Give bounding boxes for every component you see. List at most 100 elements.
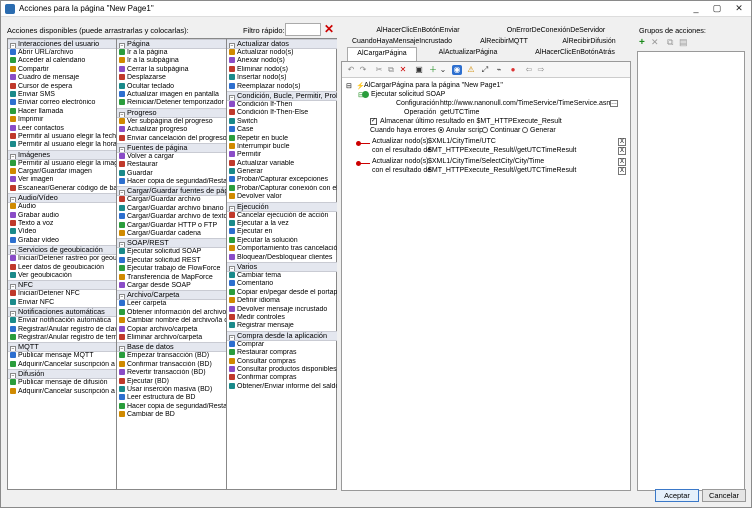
- action-item-actualizar-variable[interactable]: Actualizar variable: [227, 159, 337, 168]
- action-item-cursor-de-espera[interactable]: Cursor de espera: [8, 82, 116, 91]
- action-item-hacer-llamada[interactable]: Hacer llamada: [8, 107, 116, 116]
- warning-icon[interactable]: ⚠: [466, 65, 476, 75]
- section-header-condicion-bucle-permitir-probar[interactable]: − Condición, Bucle, Permitir, Probar: [227, 90, 337, 101]
- action-item-adquirir-cancelar-suscripcion-a-un-tema[interactable]: Adquirir/Cancelar suscripción a un tema: [8, 387, 116, 396]
- action-item-texto-a-voz[interactable]: Texto a voz: [8, 220, 116, 228]
- action-item-volver-a-cargar[interactable]: Volver a cargar: [117, 152, 226, 161]
- action-item-iniciar-detener-rastreo-por-geoubicacion[interactable]: Iniciar/Detener rastreo por geoubicación: [8, 255, 116, 263]
- tab-on-page-load[interactable]: AlCargarPágina: [347, 47, 417, 61]
- action-item-actualizar-nodo-s[interactable]: Actualizar nodo(s): [227, 49, 337, 57]
- tab-on-embedded-message[interactable]: CuandoHayaMensajeIncrustado: [343, 38, 461, 45]
- action-item-reemplazar-nodo-s[interactable]: Reemplazar nodo(s): [227, 82, 337, 91]
- tab-on-mqtt-receive[interactable]: AlRecibirMQTT: [469, 38, 539, 45]
- action-item-insertar-nodo-s[interactable]: Insertar nodo(s): [227, 74, 337, 82]
- action-item-ejecutar-solicitud-soap[interactable]: Ejecutar solicitud SOAP: [117, 248, 226, 256]
- clear-filter-icon[interactable]: ✕: [324, 22, 334, 36]
- action-item-ejecutar-la-solucion[interactable]: Ejecutar la solución: [227, 236, 337, 245]
- action-item-ejecutar-a-la-vez[interactable]: Ejecutar a la vez: [227, 220, 337, 228]
- action-item-enviar-nfc[interactable]: Enviar NFC: [8, 298, 116, 307]
- xpath-edit-icon[interactable]: X: [618, 138, 626, 146]
- action-item-cargar-guardar-http-o-ftp[interactable]: Cargar/Guardar HTTP o FTP: [117, 221, 226, 230]
- section-header-imagenes[interactable]: − Imágenes: [8, 149, 116, 160]
- delete-icon[interactable]: ✕: [398, 65, 408, 75]
- section-header-soap-rest[interactable]: − SOAP/REST: [117, 238, 226, 249]
- tab-on-page-refresh[interactable]: AlActualizarPágina: [433, 49, 503, 56]
- add-group-icon[interactable]: +: [639, 37, 645, 48]
- section-header-cargar-guardar-fuentes-de-pagina[interactable]: −Cargar/Guardar fuentes de página: [117, 186, 226, 197]
- action-item-medir-controles[interactable]: Medir controles: [227, 313, 337, 322]
- section-header-mqtt[interactable]: − MQTT: [8, 342, 116, 353]
- action-item-devolver-valor[interactable]: Devolver valor: [227, 193, 337, 201]
- action-item-condicion-if-then[interactable]: Condición If-Then: [227, 100, 337, 109]
- action-item-cancelar-ejecucion-de-accion[interactable]: Cancelar ejecución de acción: [227, 211, 337, 220]
- info-icon[interactable]: ◉: [452, 65, 462, 75]
- section-header-nfc[interactable]: − NFC: [8, 280, 116, 291]
- section-header-base-de-datos[interactable]: − Base de datos: [117, 342, 226, 353]
- dropdown-icon[interactable]: ⌄: [438, 65, 448, 75]
- add-icon[interactable]: ＋: [428, 65, 438, 75]
- section-header-pagina[interactable]: − Página: [117, 39, 226, 49]
- action-item-anexar-nodo-s[interactable]: Anexar nodo(s): [227, 57, 337, 65]
- action-item-ver-imagen[interactable]: Ver imagen: [8, 176, 116, 184]
- breakpoint-icon[interactable]: ●: [508, 65, 518, 75]
- action-item-ejecutar-trabajo-de-flowforce[interactable]: Ejecutar trabajo de FlowForce: [117, 265, 226, 273]
- action-item-hacer-copia-de-seguridad-restaurar[interactable]: Hacer copia de seguridad/Restaurar: [117, 402, 226, 411]
- tab-on-broadcast-receive[interactable]: AlRecibirDifusión: [551, 38, 627, 45]
- forward-arrow-icon[interactable]: ⇨: [536, 65, 546, 75]
- action-item-leer-carpeta[interactable]: Leer carpeta: [117, 300, 226, 308]
- action-item-cargar-guardar-archivo[interactable]: Cargar/Guardar archivo: [117, 196, 226, 204]
- section-header-compra-desde-la-aplicacion[interactable]: − Compra desde la aplicación: [227, 330, 337, 341]
- action-item-desplazarse[interactable]: Desplazarse: [117, 74, 226, 82]
- tab-on-send-click[interactable]: AlHacerClicEnBotónEnviar: [359, 27, 477, 34]
- edit-group-icon[interactable]: ⧉: [667, 37, 673, 48]
- action-item-ir-a-la-subpagina[interactable]: Ir a la subpágina: [117, 57, 226, 65]
- action-item-escanear-generar-codigo-de-barras[interactable]: Escanear/Generar código de barras: [8, 184, 116, 193]
- action-item-repetir-en-bucle[interactable]: Repetir en bucle: [227, 134, 337, 143]
- action-item-consultar-compras[interactable]: Consultar compras: [227, 357, 337, 366]
- section-header-varios[interactable]: − Varios: [227, 261, 337, 272]
- action-item-ejecutar-bd[interactable]: Ejecutar (BD): [117, 377, 226, 386]
- action-item-permitir-al-usuario-elegir-la-fecha[interactable]: Permitir al usuario elegir la fecha: [8, 132, 116, 141]
- section-header-fuentes-de-pagina[interactable]: − Fuentes de página: [117, 142, 226, 153]
- error-abort-radio[interactable]: [438, 127, 444, 133]
- action-item-copiar-en-pegar-desde-el-portapapeles[interactable]: Copiar en/pegar desde el portapapeles: [227, 288, 337, 297]
- action-item-cuadro-de-mensaje[interactable]: Cuadro de mensaje: [8, 74, 116, 82]
- remove-group-icon[interactable]: ✕: [651, 37, 659, 48]
- close-button[interactable]: ✕: [729, 2, 749, 15]
- section-header-audio-video[interactable]: − Audio/Vídeo: [8, 193, 116, 204]
- back-arrow-icon[interactable]: ⇦: [524, 65, 534, 75]
- config-value[interactable]: http://www.nanonull.com/TimeService/Time…: [440, 100, 616, 107]
- action-item-registrar-anular-registro-de-tema[interactable]: Registrar/Anular registro de tema: [8, 333, 116, 342]
- action-item-leer-estructura-de-bd[interactable]: Leer estructura de BD: [117, 394, 226, 402]
- action-item-switch[interactable]: Switch: [227, 117, 337, 126]
- action-item-publicar-mensaje-mqtt[interactable]: Publicar mensaje MQTT: [8, 352, 116, 360]
- undo-icon[interactable]: ↶: [346, 65, 356, 75]
- action-item-condicion-if-then-else[interactable]: Condición If-Then-Else: [227, 109, 337, 117]
- action-item-bloquear-desbloquear-clientes[interactable]: Bloquear/Desbloquear clientes: [227, 253, 337, 262]
- action-item-eliminar-archivo-carpeta[interactable]: Eliminar archivo/carpeta: [117, 333, 226, 342]
- action-item-cambiar-nombre-del-archivo-la-carpeta[interactable]: Cambiar nombre del archivo/la carpeta: [117, 317, 226, 325]
- action-item-hacer-copia-de-seguridad-restaurar[interactable]: Hacer copia de seguridad/Restaurar: [117, 178, 226, 186]
- tree-collapse-icon[interactable]: ⊟: [346, 82, 352, 90]
- action-item-ver-subpagina-del-progreso[interactable]: Ver subpágina del progreso: [117, 117, 226, 126]
- action-item-guardar[interactable]: Guardar: [117, 169, 226, 178]
- action-item-leer-datos-de-geoubicacion[interactable]: Leer datos de geoubicación: [8, 263, 116, 272]
- action-item-cargar-guardar-imagen[interactable]: Cargar/Guardar imagen: [8, 168, 116, 176]
- action-item-devolver-mensaje-incrustado[interactable]: Devolver mensaje incrustado: [227, 305, 337, 314]
- action-item-enviar-cancelacion-del-progreso[interactable]: Enviar cancelación del progreso: [117, 134, 226, 143]
- action-item-probar-capturar-conexion-con-el-servidor[interactable]: Probar/Capturar conexión con el servidor: [227, 184, 337, 193]
- maximize-button[interactable]: ▢: [707, 2, 727, 15]
- action-item-audio[interactable]: Audio: [8, 203, 116, 211]
- action-item-enviar-sms[interactable]: Enviar SMS: [8, 90, 116, 99]
- xpath-edit-icon[interactable]: X: [618, 167, 626, 175]
- action-item-definir-idioma[interactable]: Definir idioma: [227, 297, 337, 305]
- action-item-grabar-video[interactable]: Grabar vídeo: [8, 236, 116, 245]
- action-item-restaurar-compras[interactable]: Restaurar compras: [227, 349, 337, 357]
- action-item-eliminar-nodo-s[interactable]: Eliminar nodo(s): [227, 65, 337, 74]
- action-item-cambiar-tema[interactable]: Cambiar tema: [227, 271, 337, 280]
- xpath-edit-icon[interactable]: X: [618, 158, 626, 166]
- action-item-registrar-anular-registro-de-clave[interactable]: Registrar/Anular registro de clave: [8, 325, 116, 334]
- soap-action-label[interactable]: Ejecutar solicitud SOAP: [371, 91, 445, 98]
- section-header-progreso[interactable]: − Progreso: [117, 107, 226, 118]
- action-item-enviar-notificacion-automatica[interactable]: Enviar notificación automática: [8, 317, 116, 325]
